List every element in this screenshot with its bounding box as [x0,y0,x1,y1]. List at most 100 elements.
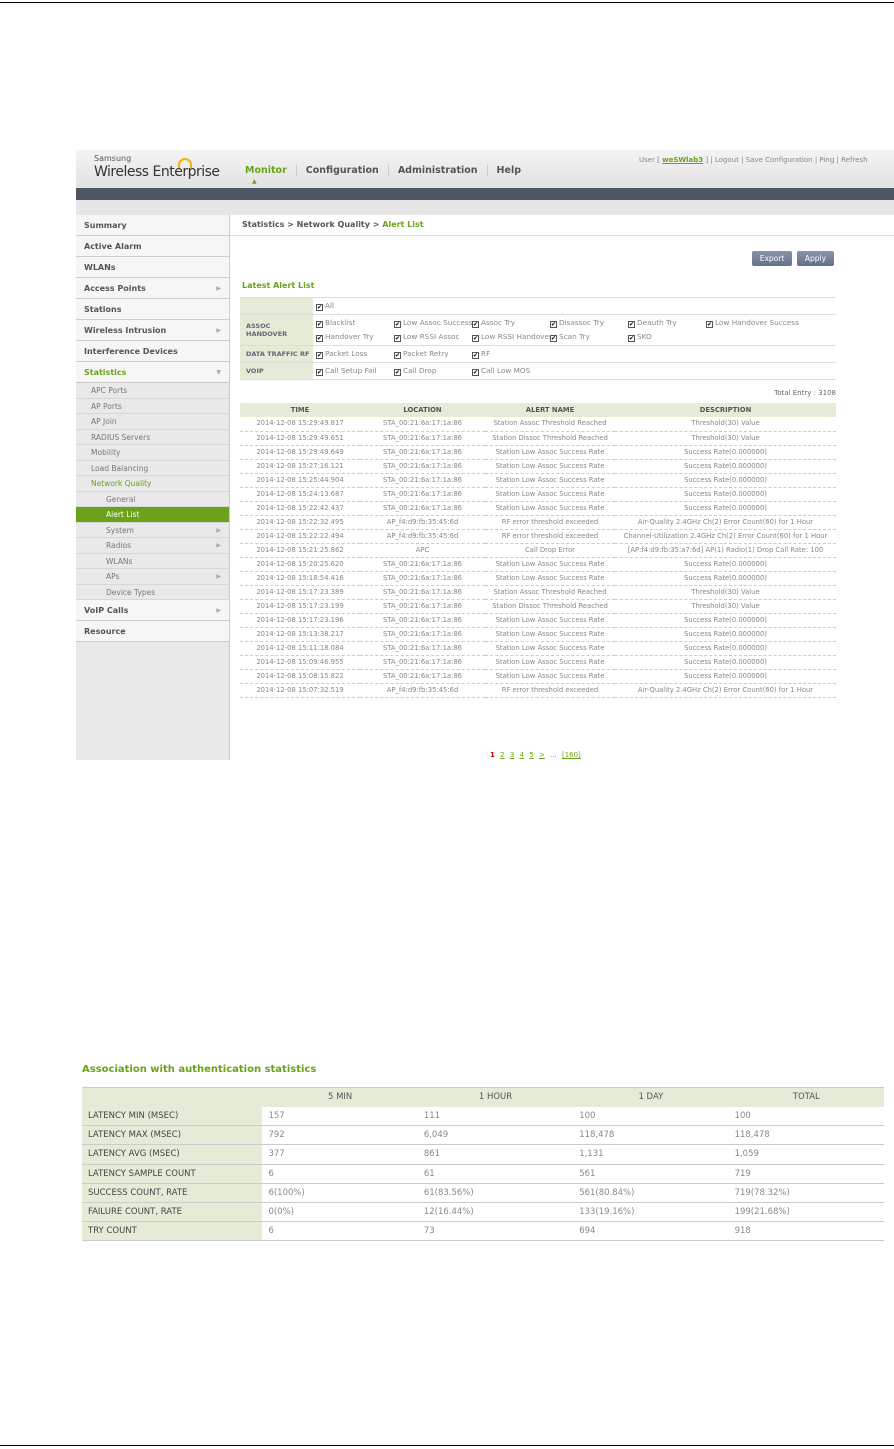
checkbox-checked-icon[interactable]: ✔ [472,352,479,359]
table-row[interactable]: 2014-12-08 15:17:23.196 STA_00:21:6a:17:1… [240,613,836,628]
breadcrumb-statistics[interactable]: Statistics [242,220,284,229]
checkbox-checked-icon[interactable]: ✔ [394,352,401,359]
table-row[interactable]: 2014-12-08 15:11:18.084 STA_00:21:6a:17:1… [240,641,836,656]
save-configuration-link[interactable]: Save Configuration [746,156,813,164]
sidebar-item-radius-servers[interactable]: RADIUS Servers [76,430,229,445]
table-row[interactable]: 2014-12-08 15:07:32.519 AP_f4:d9:fb:35:45… [240,683,836,698]
page-link[interactable]: 3 [510,751,514,759]
checkbox-checked-icon[interactable]: ✔ [472,321,479,328]
table-row[interactable]: 2014-12-08 15:08:15.822 STA_00:21:6a:17:1… [240,669,836,684]
checkbox-checked-icon[interactable]: ✔ [316,369,323,376]
breadcrumb-network-quality[interactable]: Network Quality [297,220,370,229]
checkbox-checked-icon[interactable]: ✔ [472,369,479,376]
checkbox-low-rssi-handover[interactable]: ✔ Low RSSI Handover [472,330,552,344]
page-link[interactable]: 5 [529,751,533,759]
table-row[interactable]: 2014-12-08 15:22:22.494 AP_f4:d9:fb:35:45… [240,529,836,544]
checkbox-call-drop[interactable]: ✔ Call Drop [394,364,472,378]
table-row[interactable]: 2014-12-08 15:17:23.389 STA_00:21:6a:17:1… [240,585,836,600]
checkbox-sko[interactable]: ✔ SKO [628,330,706,344]
checkbox-all[interactable]: ✔ All [316,299,394,313]
table-row[interactable]: 2014-12-08 15:09:46.955 STA_00:21:6a:17:1… [240,655,836,670]
sidebar-item-mobility[interactable]: Mobility [76,445,229,461]
checkbox-checked-icon[interactable]: ✔ [472,335,479,342]
checkbox-low-rssi-assoc[interactable]: ✔ Low RSSI Assoc [394,330,472,344]
checkbox-packet-loss[interactable]: ✔ Packet Loss [316,347,394,361]
sidebar-item-ap-join[interactable]: AP Join [76,414,229,430]
table-row[interactable]: 2014-12-08 15:29:49.651 STA_00:21:6a:17:1… [240,431,836,446]
sidebar-item-resource[interactable]: Resource [76,621,229,642]
sidebar-item-network-quality[interactable]: Network Quality [76,476,229,492]
table-row[interactable]: 2014-12-08 15:21:25.862 APC Call Drop Erro… [240,543,836,558]
ping-link[interactable]: Ping [819,156,834,164]
sidebar-item-device-types[interactable]: Device Types [76,585,229,600]
checkbox-call-setup-fail[interactable]: ✔ Call Setup Fail [316,364,394,378]
checkbox-scan-try[interactable]: ✔ Scan Try [550,330,628,344]
table-row[interactable]: 2014-12-08 15:22:32.495 AP_f4:d9:fb:35:45… [240,515,836,530]
checkbox-checked-icon[interactable]: ✔ [394,335,401,342]
checkbox-checked-icon[interactable]: ✔ [316,304,323,311]
checkbox-checked-icon[interactable]: ✔ [316,335,323,342]
sidebar-item-wlans[interactable]: WLANs [76,257,229,278]
user-name-link[interactable]: weSWlab3 [662,156,703,164]
checkbox-checked-icon[interactable]: ✔ [316,321,323,328]
checkbox-low-handover-success[interactable]: ✔ Low Handover Success [706,316,799,330]
checkbox-checked-icon[interactable]: ✔ [394,369,401,376]
sidebar-item-ap-ports[interactable]: AP Ports [76,399,229,414]
nav-administration[interactable]: Administration [389,165,488,176]
table-row[interactable]: 2014-12-08 15:17:23.199 STA_00:21:6a:17:1… [240,599,836,614]
export-button[interactable]: Export [752,251,792,266]
checkbox-blacklist[interactable]: ✔ Blacklist [316,316,394,330]
sidebar-item-apc-ports[interactable]: APC Ports [76,383,229,399]
table-row[interactable]: 2014-12-08 15:18:54.416 STA_00:21:6a:17:1… [240,571,836,586]
table-row[interactable]: 2014-12-08 15:27:16.121 STA_00:21:6a:17:1… [240,459,836,474]
sidebar-item-stations[interactable]: Stations [76,299,229,320]
checkbox-assoc-try[interactable]: ✔ Assoc Try [472,316,550,330]
last-page-link[interactable]: [160] [562,751,581,759]
checkbox-handover-try[interactable]: ✔ Handover Try [316,330,394,344]
refresh-link[interactable]: Refresh [841,156,867,164]
sidebar-item-radios[interactable]: Radios ▶ [76,538,229,554]
sidebar-item-access-points[interactable]: Access Points ▶ [76,278,229,299]
nav-monitor[interactable]: Monitor [236,165,297,176]
sidebar-item-load-balancing[interactable]: Load Balancing [76,461,229,476]
sidebar-item-wlans[interactable]: WLANs [76,554,229,569]
sidebar-item-interference-devices[interactable]: Interference Devices [76,341,229,362]
checkbox-low-assoc-success[interactable]: ✔ Low Assoc Success [394,316,472,330]
page-link[interactable]: 4 [520,751,524,759]
sidebar-item-statistics[interactable]: Statistics ▼ [76,362,229,383]
nav-configuration[interactable]: Configuration [297,165,389,176]
sidebar-item-aps[interactable]: APs ▶ [76,569,229,585]
sidebar-item-alert-list[interactable]: Alert List [76,507,229,523]
checkbox-packet-retry[interactable]: ✔ Packet Retry [394,347,472,361]
sidebar-item-wireless-intrusion[interactable]: Wireless Intrusion ▶ [76,320,229,341]
sidebar-item-general[interactable]: General [76,492,229,507]
checkbox-call-low-mos[interactable]: ✔ Call Low MOS [472,364,550,378]
logout-link[interactable]: Logout [715,156,739,164]
sidebar-item-system[interactable]: System ▶ [76,523,229,538]
sidebar-item-summary[interactable]: Summary [76,215,229,236]
table-row[interactable]: 2014-12-08 15:29:49.649 STA_00:21:6a:17:1… [240,445,836,460]
table-row[interactable]: 2014-12-08 15:13:38.217 STA_00:21:6a:17:1… [240,627,836,642]
checkbox-deauth-try[interactable]: ✔ Deauth Try [628,316,706,330]
page-link[interactable]: 2 [500,751,504,759]
sidebar-item-active-alarm[interactable]: Active Alarm [76,236,229,257]
table-row[interactable]: 2014-12-08 15:29:49.817 STA_00:21:6a:17:1… [240,417,836,432]
apply-button[interactable]: Apply [797,251,834,266]
checkbox-checked-icon[interactable]: ✔ [706,321,713,328]
checkbox-checked-icon[interactable]: ✔ [316,352,323,359]
column-header-alert-name: ALERT NAME [485,403,615,417]
checkbox-checked-icon[interactable]: ✔ [628,335,635,342]
checkbox-checked-icon[interactable]: ✔ [394,321,401,328]
table-row[interactable]: 2014-12-08 15:22:42.437 STA_00:21:6a:17:1… [240,501,836,516]
nav-help[interactable]: Help [488,165,530,176]
table-row[interactable]: 2014-12-08 15:20:25.620 STA_00:21:6a:17:1… [240,557,836,572]
checkbox-rf[interactable]: ✔ RF [472,347,550,361]
table-row[interactable]: 2014-12-08 15:25:44.904 STA_00:21:6a:17:1… [240,473,836,488]
sidebar-item-voip-calls[interactable]: VoIP Calls ▶ [76,600,229,621]
checkbox-checked-icon[interactable]: ✔ [550,321,557,328]
table-row[interactable]: 2014-12-08 15:24:13.687 STA_00:21:6a:17:1… [240,487,836,502]
checkbox-checked-icon[interactable]: ✔ [550,335,557,342]
next-page-link[interactable]: > [539,751,545,759]
checkbox-disassoc-try[interactable]: ✔ Disassoc Try [550,316,628,330]
checkbox-checked-icon[interactable]: ✔ [628,321,635,328]
